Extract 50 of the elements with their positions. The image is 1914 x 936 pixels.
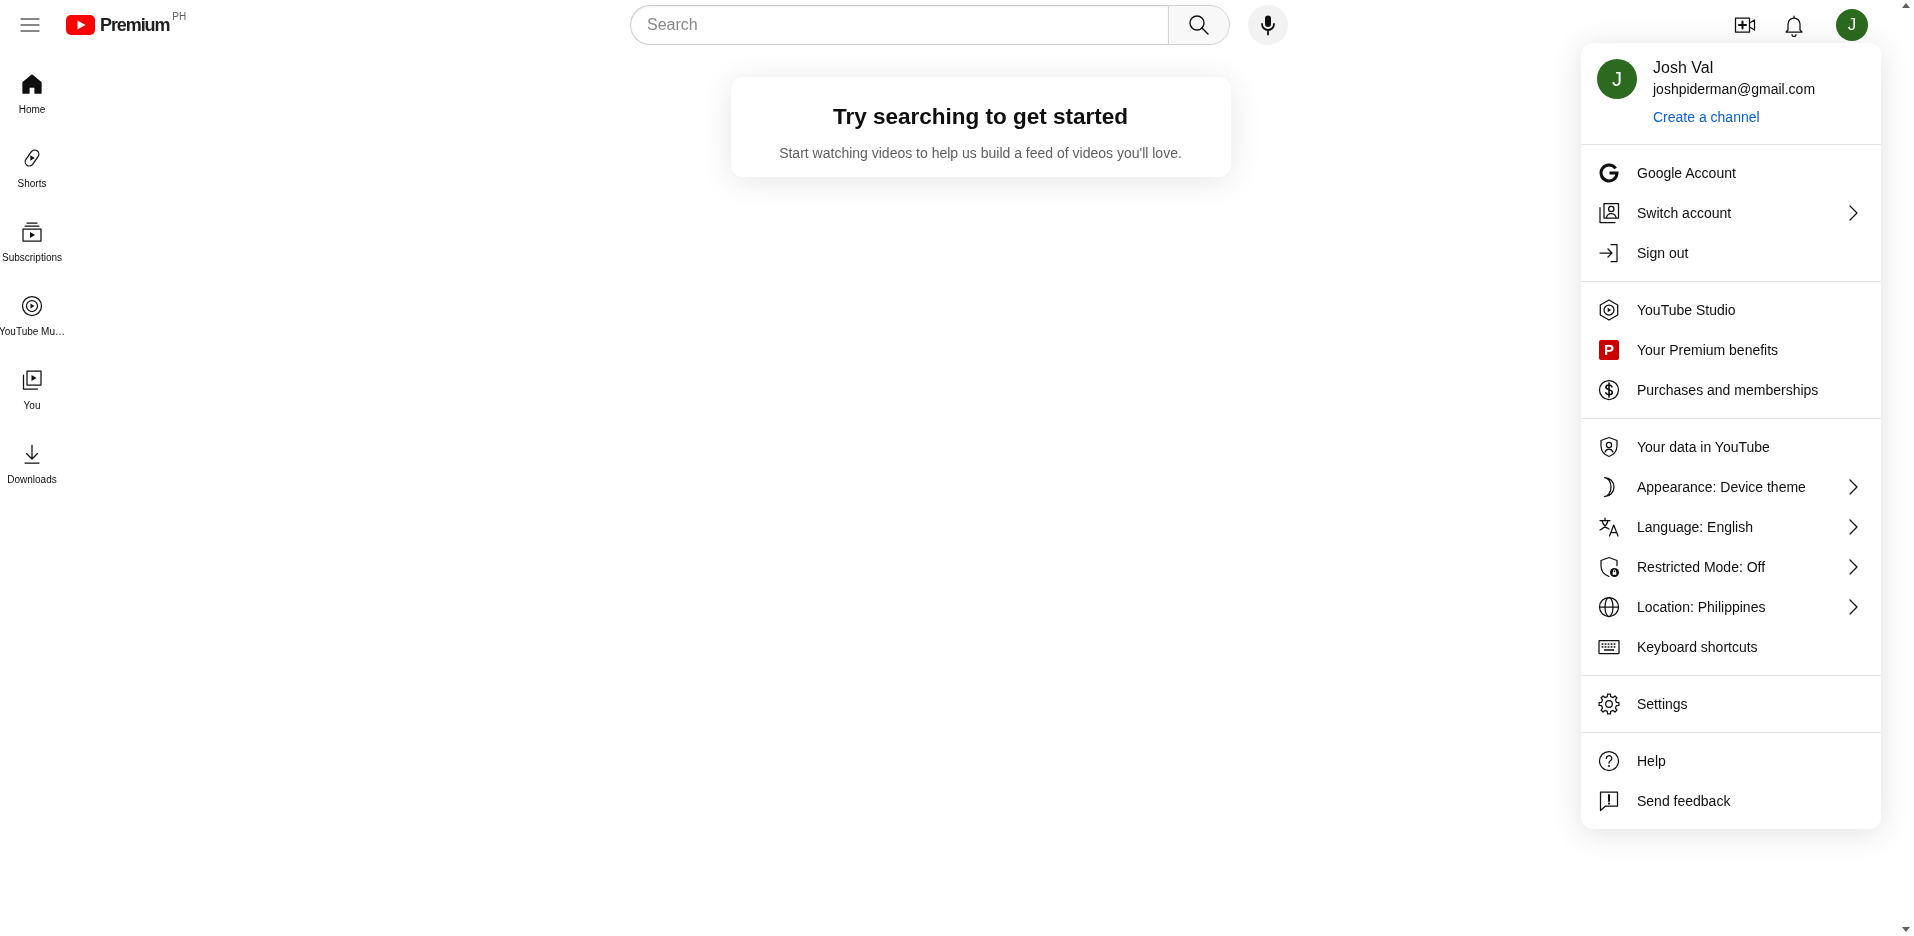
menu-item[interactable]: Send feedback <box>1581 781 1881 821</box>
shield-person-icon <box>1597 435 1621 459</box>
account-name: Josh Val <box>1653 58 1714 78</box>
menu-item[interactable]: Settings <box>1581 684 1881 724</box>
shield-lock-icon <box>1597 555 1621 579</box>
prompt-title: Try searching to get started <box>831 103 1130 131</box>
translate-icon <box>1597 515 1621 539</box>
arrow-into-bracket-icon <box>1597 241 1621 265</box>
country-code: PH <box>172 11 187 23</box>
sidebar-item[interactable]: Shorts <box>0 130 64 204</box>
menu-item[interactable]: Google Account <box>1581 153 1881 193</box>
logo-text: Premium <box>100 15 170 35</box>
menu-item[interactable]: Help <box>1581 741 1881 781</box>
search-field[interactable]: Search <box>630 5 1168 45</box>
sidebar-item[interactable]: You <box>0 352 64 426</box>
sidebar-item[interactable]: Subscriptions <box>0 204 64 278</box>
menu-item[interactable]: Sign out <box>1581 233 1881 273</box>
sidebar-item[interactable]: Home <box>0 56 64 130</box>
avatar-button[interactable]: J <box>1836 9 1868 41</box>
mic-button[interactable] <box>1248 5 1288 45</box>
portrait-stack-icon <box>1597 201 1621 225</box>
menu-item[interactable]: Your data in YouTube <box>1581 427 1881 467</box>
prompt-subtitle: Start watching videos to help us build a feed of videos you'll love. <box>778 144 1183 163</box>
help-icon <box>1597 749 1621 773</box>
sidebar-item[interactable]: YouTube Mu… <box>0 278 64 352</box>
hexagon-play-icon <box>1597 298 1621 322</box>
search-icon <box>1187 13 1211 37</box>
menu-item[interactable]: Location: Philippines <box>1581 587 1881 627</box>
account-email: joshpiderman@gmail.com <box>1653 80 1816 99</box>
menu-item[interactable]: P Your Premium benefits <box>1581 330 1881 370</box>
play-logo-icon <box>66 15 95 35</box>
menu-item[interactable]: YouTube Studio <box>1581 290 1881 330</box>
create-channel-link[interactable]: Create a channel <box>1653 107 1760 127</box>
menu-item[interactable]: Appearance: Device theme <box>1581 467 1881 507</box>
g-icon <box>1597 161 1621 185</box>
menu-item[interactable]: Restricted Mode: Off <box>1581 547 1881 587</box>
menu-item[interactable]: Purchases and memberships <box>1581 370 1881 410</box>
feedback-icon <box>1597 789 1621 813</box>
account-avatar: J <box>1597 59 1637 99</box>
dollar-circle-icon <box>1597 378 1621 402</box>
globe-icon <box>1597 595 1621 619</box>
sidebar-item[interactable]: Downloads <box>0 426 64 500</box>
menu-item[interactable]: Switch account <box>1581 193 1881 233</box>
menu-item[interactable]: Keyboard shortcuts <box>1581 627 1881 667</box>
search-button[interactable] <box>1168 5 1230 45</box>
premium-badge-icon: P <box>1599 340 1619 360</box>
settings-icon <box>1597 692 1621 716</box>
menu-item[interactable]: Language: English <box>1581 507 1881 547</box>
scroll-down-icon <box>1901 927 1910 932</box>
scroll-up-icon <box>1901 3 1910 8</box>
